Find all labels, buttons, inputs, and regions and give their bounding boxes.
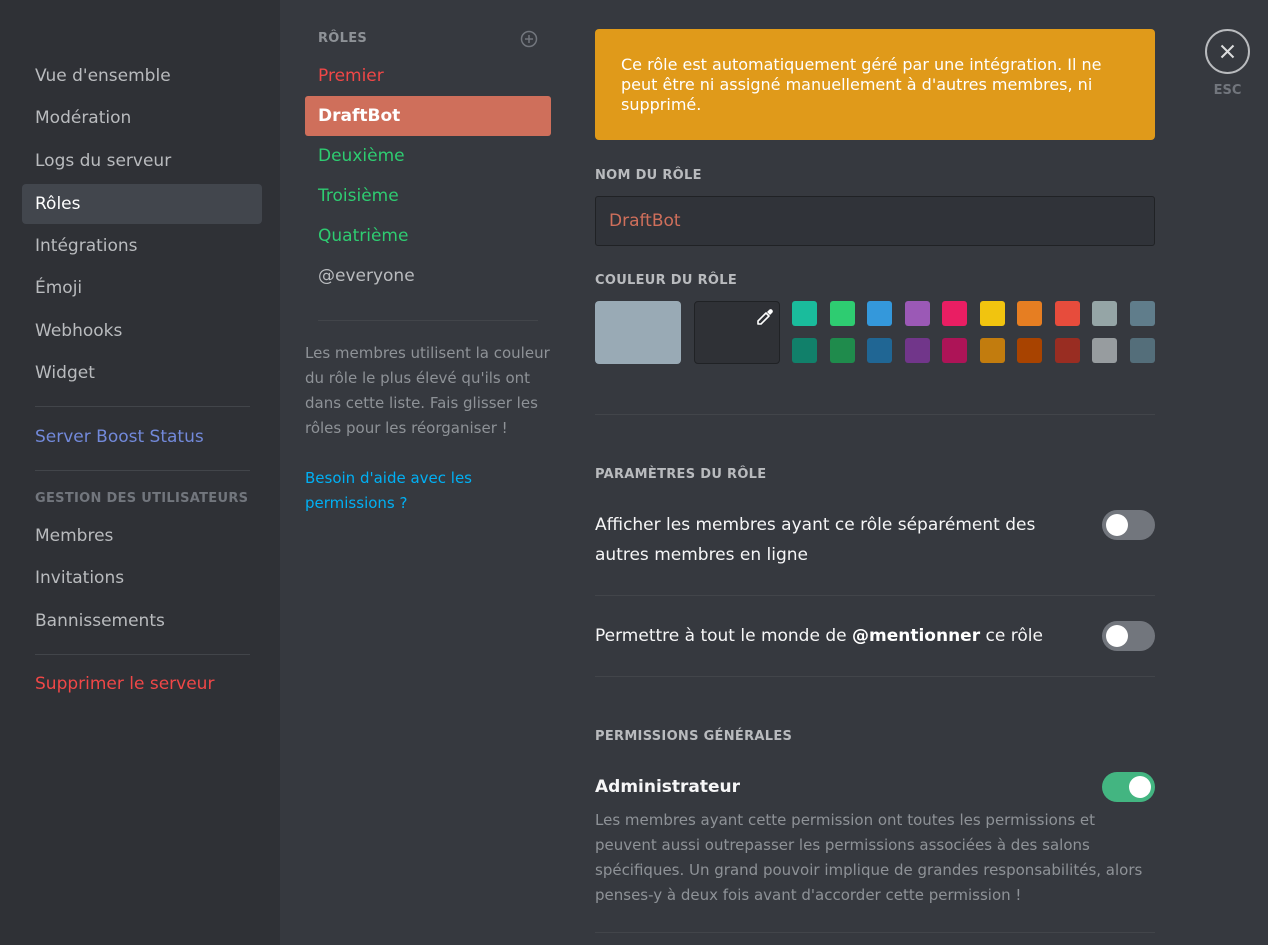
- color-swatch[interactable]: [942, 338, 967, 363]
- delete-server-button[interactable]: Supprimer le serveur: [22, 664, 262, 704]
- nav-item-overview[interactable]: Vue d'ensemble: [22, 56, 262, 96]
- administrator-description: Les membres ayant cette permission ont t…: [595, 811, 1143, 904]
- color-swatch[interactable]: [867, 301, 892, 326]
- user-management-header: GESTION DES UTILISATEURS: [35, 491, 249, 506]
- color-swatch[interactable]: [867, 338, 892, 363]
- nav-item-widget[interactable]: Widget: [22, 353, 262, 393]
- role-settings-panel: Ce rôle est automatiquement géré par une…: [595, 0, 1155, 945]
- administrator-label: Administrateur: [595, 777, 741, 797]
- section-divider: [595, 595, 1155, 596]
- color-swatch[interactable]: [792, 338, 817, 363]
- nav-divider: [35, 654, 250, 655]
- nav-divider: [35, 406, 250, 407]
- settings-sidebar: Vue d'ensemble Modération Logs du serveu…: [0, 0, 280, 945]
- mention-setting-bold: @mentionner: [851, 626, 981, 646]
- administrator-toggle[interactable]: [1102, 772, 1155, 802]
- color-swatch[interactable]: [904, 301, 930, 326]
- managed-role-warning: Ce rôle est automatiquement géré par une…: [595, 29, 1155, 140]
- nav-item-moderation[interactable]: Modération: [22, 98, 262, 138]
- close-button[interactable]: [1205, 29, 1250, 74]
- role-item[interactable]: Quatrième: [305, 216, 551, 256]
- nav-item-audit-log[interactable]: Logs du serveur: [22, 141, 262, 181]
- role-item[interactable]: Troisième: [305, 176, 551, 216]
- toggle-knob: [1106, 514, 1128, 536]
- color-swatch[interactable]: [1092, 301, 1117, 326]
- role-name-label: NOM DU RÔLE: [595, 168, 702, 183]
- section-divider: [595, 932, 1155, 933]
- color-swatch[interactable]: [829, 301, 855, 326]
- nav-item-members[interactable]: Membres: [22, 516, 262, 556]
- nav-item-roles[interactable]: Rôles: [22, 184, 262, 224]
- section-divider: [595, 676, 1155, 677]
- add-role-icon[interactable]: [520, 30, 538, 48]
- nav-item-webhooks[interactable]: Webhooks: [22, 311, 262, 351]
- role-item[interactable]: Premier: [305, 56, 551, 96]
- color-swatch[interactable]: [1054, 301, 1080, 326]
- default-color-swatch[interactable]: [595, 301, 681, 364]
- color-swatch[interactable]: [979, 338, 1005, 363]
- roles-divider: [318, 320, 538, 321]
- color-swatch[interactable]: [792, 301, 817, 326]
- roles-column: RÔLES Premier DraftBot Deuxième Troisièm…: [280, 0, 570, 945]
- esc-label: ESC: [1213, 83, 1242, 98]
- mention-setting-label: Permettre à tout le monde de @mentionner…: [595, 621, 1075, 651]
- color-swatch[interactable]: [1129, 301, 1155, 326]
- mention-setting-suffix: ce rôle: [980, 626, 1043, 646]
- mention-setting-prefix: Permettre à tout le monde de: [595, 626, 852, 646]
- roles-help-text: Les membres utilisent la couleur du rôle…: [305, 344, 550, 437]
- color-swatch[interactable]: [979, 301, 1005, 326]
- role-name-input[interactable]: [595, 196, 1155, 246]
- role-item[interactable]: @everyone: [305, 256, 551, 296]
- nav-item-emoji[interactable]: Émoji: [22, 268, 262, 308]
- hoist-toggle[interactable]: [1102, 510, 1155, 540]
- color-swatch[interactable]: [1017, 301, 1042, 326]
- mention-toggle[interactable]: [1102, 621, 1155, 651]
- general-permissions-label: PERMISSIONS GÉNÉRALES: [595, 729, 793, 744]
- role-settings-label: PARAMÈTRES DU RÔLE: [595, 467, 767, 482]
- roles-header: RÔLES: [318, 31, 368, 46]
- color-swatch[interactable]: [1017, 338, 1042, 363]
- role-item-selected[interactable]: DraftBot: [305, 96, 551, 136]
- color-swatch[interactable]: [1129, 338, 1155, 363]
- color-swatch[interactable]: [1054, 338, 1080, 363]
- eyedropper-icon: [755, 307, 775, 327]
- color-swatch[interactable]: [942, 301, 967, 326]
- hoist-setting-label: Afficher les membres ayant ce rôle sépar…: [595, 515, 1036, 565]
- role-item[interactable]: Deuxième: [305, 136, 551, 176]
- permissions-help-link[interactable]: Besoin d'aide avec les permissions ?: [305, 466, 550, 516]
- nav-divider: [35, 470, 250, 471]
- nav-item-invites[interactable]: Invitations: [22, 558, 262, 598]
- role-color-label: COULEUR DU RÔLE: [595, 273, 738, 288]
- nav-item-integrations[interactable]: Intégrations: [22, 226, 262, 266]
- color-swatch[interactable]: [1092, 338, 1117, 363]
- toggle-knob: [1129, 776, 1151, 798]
- nav-item-bans[interactable]: Bannissements: [22, 601, 262, 641]
- section-divider: [595, 414, 1155, 415]
- color-swatch[interactable]: [829, 338, 855, 363]
- toggle-knob: [1106, 625, 1128, 647]
- custom-color-picker[interactable]: [694, 301, 780, 364]
- nav-item-server-boost[interactable]: Server Boost Status: [22, 417, 262, 457]
- color-swatch[interactable]: [904, 338, 930, 363]
